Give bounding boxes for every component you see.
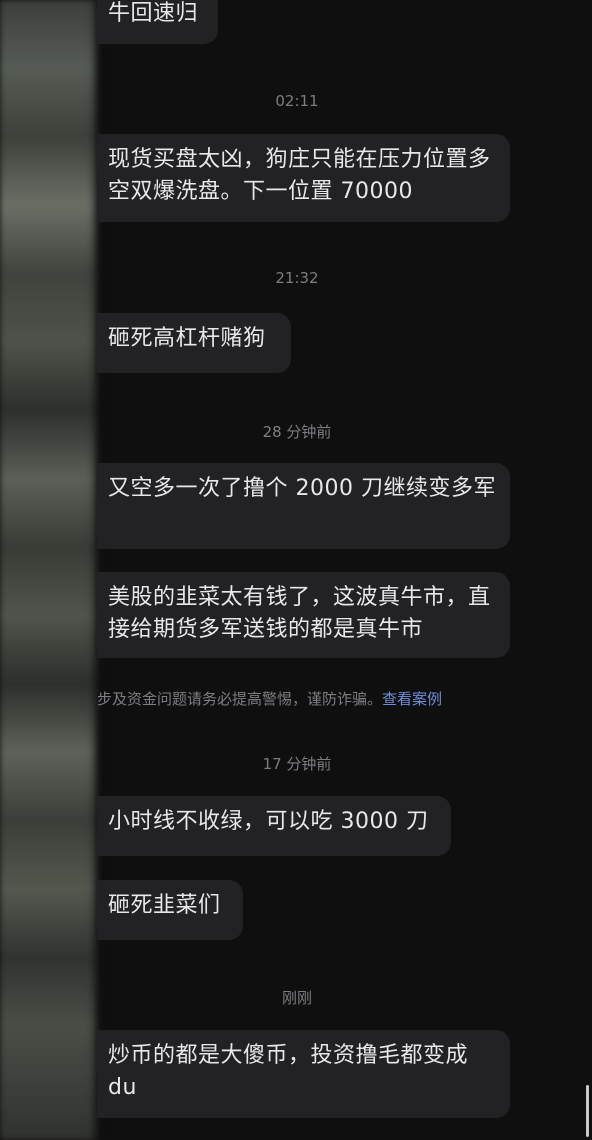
message-bubble[interactable]: 现货买盘太凶，狗庄只能在压力位置多空双爆洗盘。下一位置 70000 bbox=[97, 134, 510, 222]
message-bubble[interactable]: 牛回速归 bbox=[97, 0, 218, 44]
message-bubble[interactable]: 又空多一次了撸个 2000 刀继续变多军 bbox=[97, 463, 510, 549]
message-bubble[interactable]: 小时线不收绿，可以吃 3000 刀 bbox=[97, 796, 451, 856]
message-text: 美股的韭菜太有钱了，这波真牛市，直接给期货多军送钱的都是真牛市 bbox=[108, 585, 491, 642]
message-text: 炒币的都是大傻币，投资撸毛都变成du bbox=[108, 1043, 469, 1100]
scrollbar[interactable] bbox=[586, 1085, 589, 1137]
message-text: 牛回速归 bbox=[108, 1, 199, 26]
chat-history[interactable]: 牛回速归 02:11 现货买盘太凶，狗庄只能在压力位置多空双爆洗盘。下一位置 7… bbox=[97, 0, 592, 1140]
message-text: 砸死韭菜们 bbox=[108, 893, 221, 918]
message-text: 小时线不收绿，可以吃 3000 刀 bbox=[108, 809, 429, 834]
view-cases-link[interactable]: 查看案例 bbox=[382, 690, 442, 708]
timestamp: 28 分钟前 bbox=[262, 423, 332, 441]
blurred-avatar-strip bbox=[0, 0, 103, 1140]
chat-screen: 牛回速归 02:11 现货买盘太凶，狗庄只能在压力位置多空双爆洗盘。下一位置 7… bbox=[0, 0, 592, 1140]
timestamp: 17 分钟前 bbox=[262, 755, 332, 773]
message-bubble[interactable]: 炒币的都是大傻币，投资撸毛都变成du bbox=[97, 1030, 510, 1118]
timestamp: 刚刚 bbox=[281, 989, 312, 1007]
timestamp: 02:11 bbox=[275, 92, 319, 110]
message-text: 砸死高杠杆赌狗 bbox=[108, 326, 266, 351]
message-bubble[interactable]: 砸死高杠杆赌狗 bbox=[97, 313, 291, 373]
message-bubble[interactable]: 砸死韭菜们 bbox=[97, 880, 243, 940]
timestamp: 21:32 bbox=[275, 269, 319, 287]
message-text: 现货买盘太凶，狗庄只能在压力位置多空双爆洗盘。下一位置 70000 bbox=[108, 147, 491, 204]
warning-text: 步及资金问题请务必提高警惕，谨防诈骗。 bbox=[97, 690, 383, 708]
message-text: 又空多一次了撸个 2000 刀继续变多军 bbox=[108, 476, 496, 501]
fraud-warning: 步及资金问题请务必提高警惕，谨防诈骗。查看案例 bbox=[97, 688, 442, 709]
message-bubble[interactable]: 美股的韭菜太有钱了，这波真牛市，直接给期货多军送钱的都是真牛市 bbox=[97, 572, 510, 658]
